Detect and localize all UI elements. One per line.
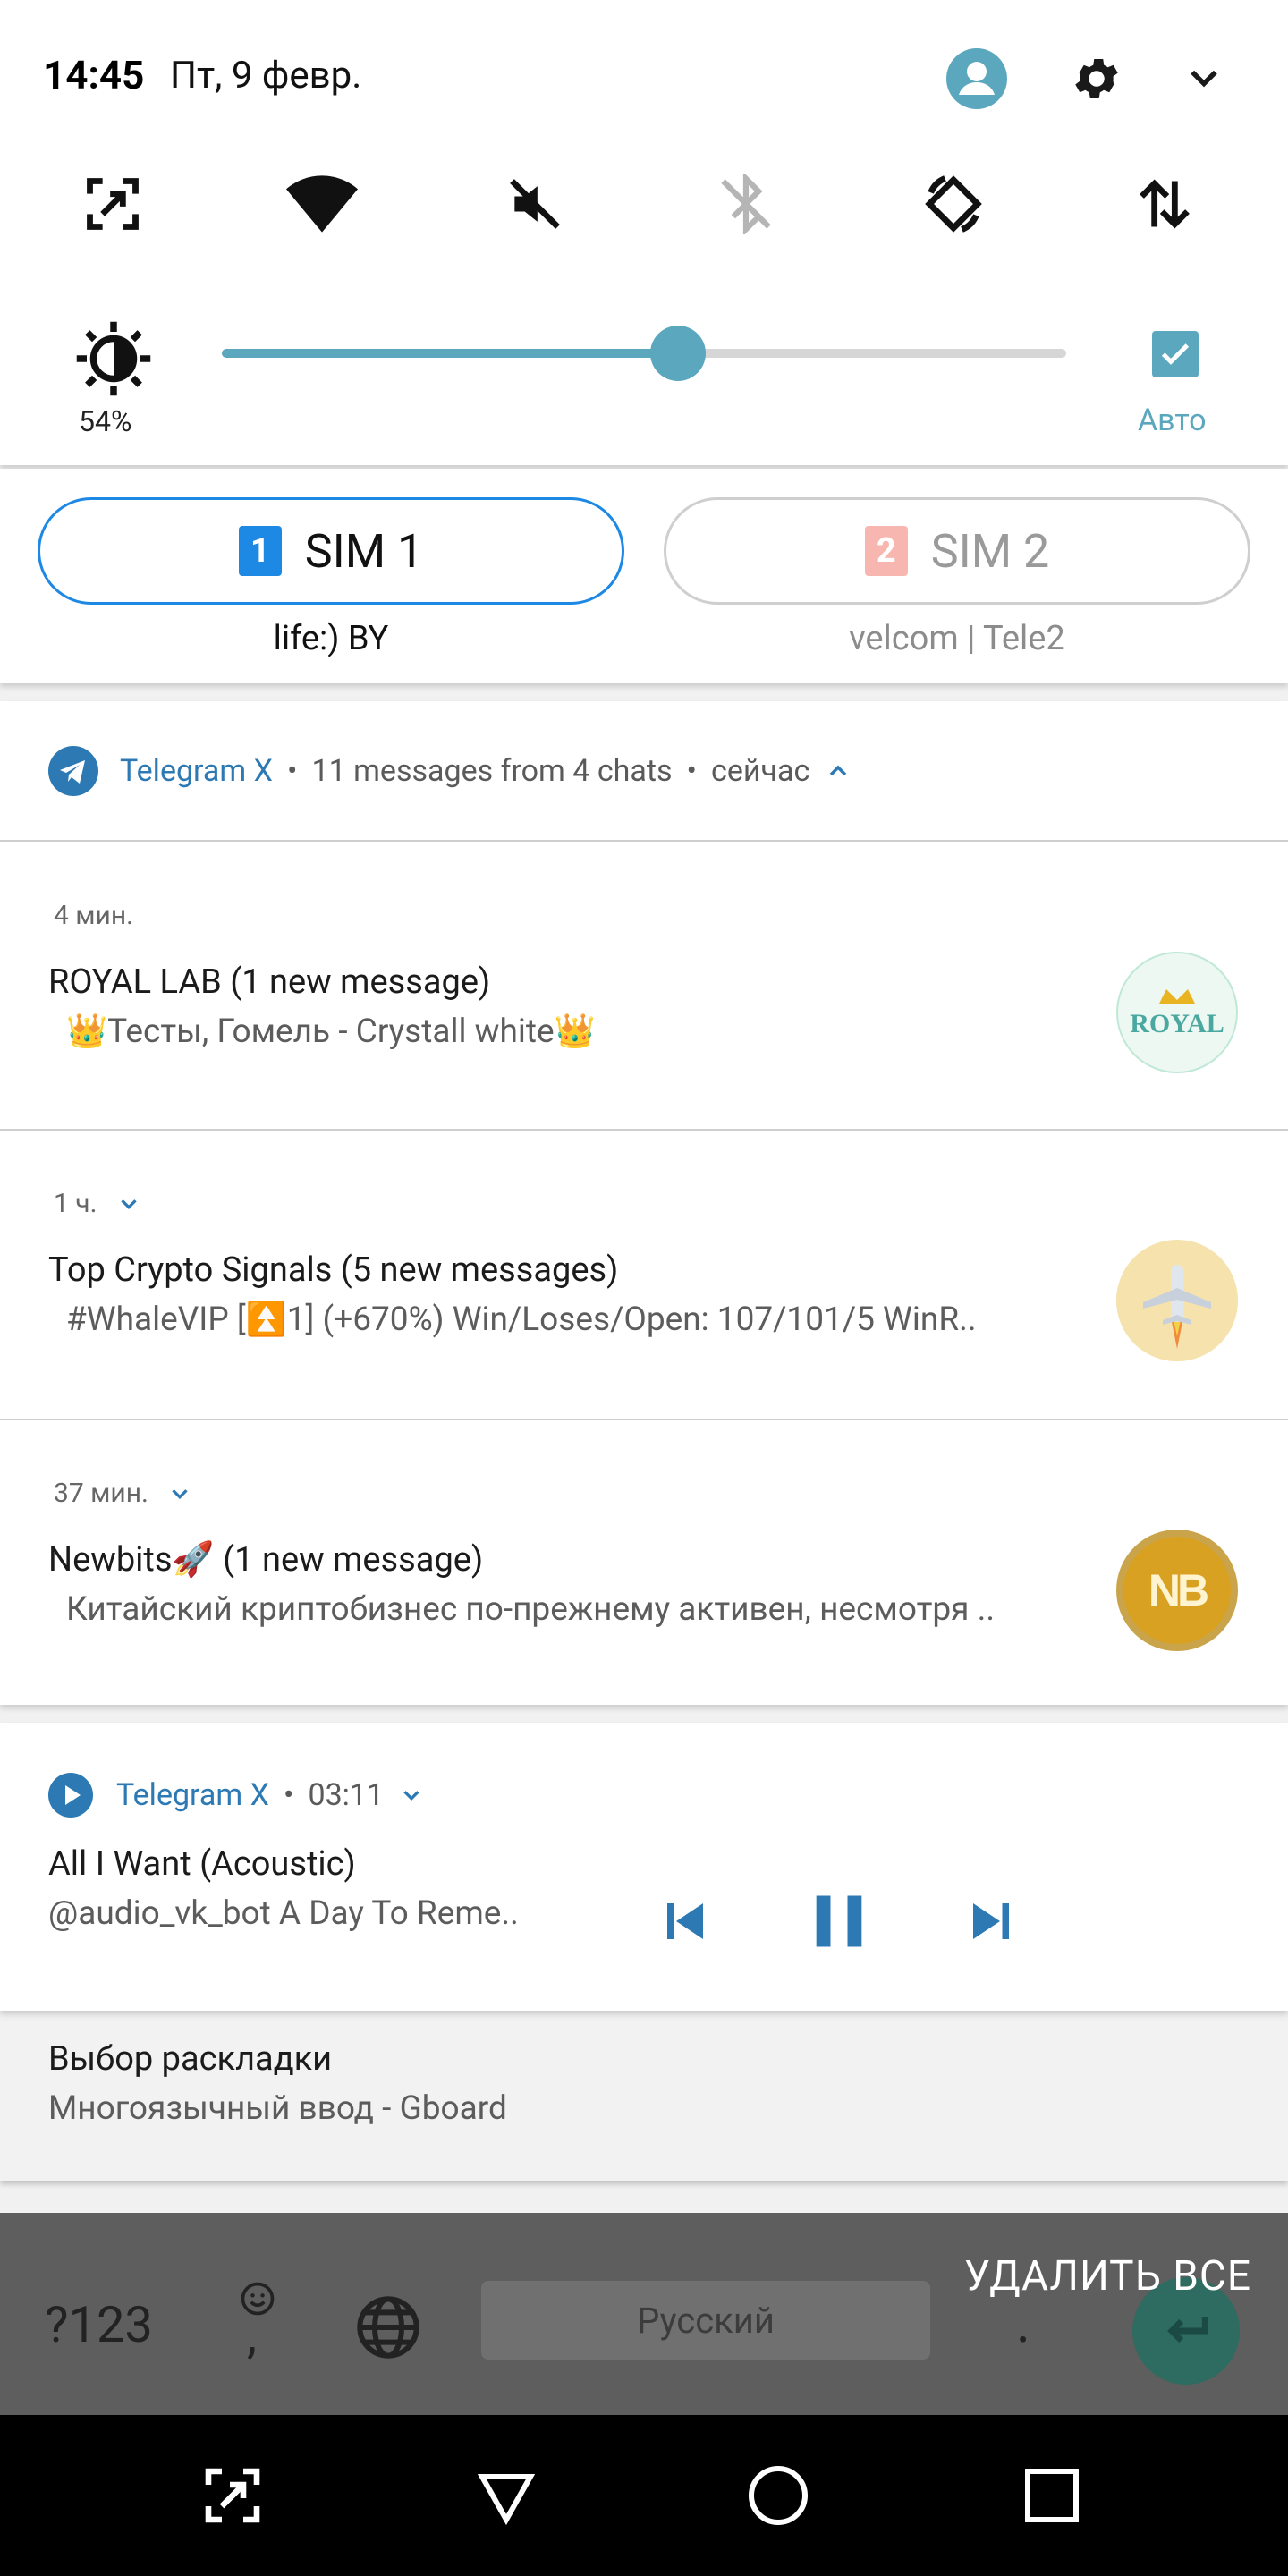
- brightness-icon: [73, 318, 154, 399]
- next-track-icon[interactable]: [955, 1885, 1027, 1957]
- keyboard-area: ?123 , Русский . УДАЛИТЬ ВСЕ: [0, 2213, 1288, 2415]
- enter-icon: [1167, 2317, 1208, 2343]
- newbits-avatar: NB: [1116, 1530, 1238, 1651]
- keyboard-notification-title: Выбор раскладки: [48, 2039, 333, 2079]
- navigation-bar: [0, 2415, 1288, 2576]
- telegram-icon: [48, 746, 98, 796]
- message-title[interactable]: ROYAL LAB (1 new message): [48, 962, 490, 1002]
- message-body[interactable]: #WhaleVIP [⏫1] (+670%) Win/Loses/Open: 1…: [66, 1301, 1068, 1339]
- brightness-slider-fill: [222, 349, 678, 358]
- sim1-carrier: life:) BY: [273, 619, 389, 658]
- notification-time: сейчас: [711, 753, 810, 789]
- royal-lab-avatar-text: ROYAL: [1130, 1009, 1224, 1038]
- recents-icon[interactable]: [1016, 2460, 1088, 2531]
- brightness-slider-knob[interactable]: [649, 326, 706, 381]
- play-circle-icon: [48, 1773, 93, 1818]
- status-time: 14:45: [43, 52, 145, 98]
- notification-header[interactable]: Telegram X • 11 messages from 4 chats • …: [48, 746, 852, 796]
- emoji-icon: [241, 2282, 275, 2316]
- symbols-key[interactable]: ?123: [45, 2295, 153, 2354]
- airplane-avatar: [1116, 1240, 1238, 1361]
- message-time: 4 мин.: [54, 900, 134, 931]
- music-app-name: Telegram X: [116, 1777, 269, 1813]
- notification-app-name: Telegram X: [120, 753, 273, 789]
- track-title: All I Want (Acoustic): [48, 1844, 356, 1884]
- emoji-comma-key[interactable]: ,: [238, 2279, 284, 2368]
- divider: [0, 1419, 1288, 1420]
- wifi-icon[interactable]: [286, 168, 358, 240]
- home-icon[interactable]: [742, 2460, 814, 2531]
- sim2-number-icon: 2: [864, 526, 908, 576]
- mobile-data-icon[interactable]: [1129, 168, 1200, 240]
- music-notification-header[interactable]: Telegram X • 03:11: [48, 1773, 425, 1818]
- message-title[interactable]: Top Crypto Signals (5 new messages): [48, 1250, 618, 1290]
- status-date[interactable]: Пт, 9 февр.: [170, 54, 361, 97]
- message-title[interactable]: Newbits🚀 (1 new message): [48, 1540, 483, 1580]
- back-icon[interactable]: [470, 2460, 542, 2531]
- previous-track-icon[interactable]: [649, 1885, 721, 1957]
- bluetooth-off-icon[interactable]: [710, 168, 782, 240]
- sim1-button[interactable]: 1 SIM 1: [38, 497, 624, 605]
- notification-summary: 11 messages from 4 chats: [311, 753, 673, 789]
- screenshot-icon[interactable]: [77, 168, 148, 240]
- sim2-carrier: velcom | Tele2: [849, 619, 1065, 658]
- music-time: 03:11: [308, 1777, 385, 1813]
- sim2-button[interactable]: 2 SIM 2: [664, 497, 1250, 605]
- pause-icon[interactable]: [803, 1885, 875, 1957]
- message-body[interactable]: Китайский криптобизнес по-прежнему актив…: [66, 1590, 1068, 1629]
- user-account-icon[interactable]: [945, 47, 1009, 111]
- sound-off-icon[interactable]: [499, 168, 571, 240]
- sim1-number-icon: 1: [238, 526, 282, 576]
- music-notification[interactable]: Telegram X • 03:11 All I Want (Acoustic)…: [0, 1723, 1288, 2011]
- keyboard-layout-notification[interactable]: Выбор раскладки Многоязычный ввод - Gboa…: [0, 2021, 1288, 2181]
- auto-brightness-label: Авто: [1138, 402, 1207, 438]
- divider: [0, 840, 1288, 842]
- expand-chevron-icon[interactable]: [166, 1480, 193, 1507]
- period-key[interactable]: .: [1016, 2292, 1030, 2355]
- expand-chevron-icon[interactable]: [115, 1191, 142, 1217]
- message-time: 37 мин.: [54, 1478, 193, 1509]
- auto-brightness-checkbox[interactable]: [1152, 331, 1199, 377]
- auto-rotate-icon[interactable]: [918, 168, 989, 240]
- royal-lab-avatar: ROYAL: [1116, 952, 1238, 1073]
- divider: [0, 1129, 1288, 1131]
- quick-settings-panel: 14:45 Пт, 9 февр. 54% Авто: [0, 0, 1288, 465]
- sim1-label: SIM 1: [304, 523, 424, 579]
- sim2-label: SIM 2: [930, 523, 1050, 579]
- keyboard-notification-body: Многоязычный ввод - Gboard: [48, 2089, 507, 2128]
- brightness-value: 54%: [79, 404, 132, 438]
- airplane-icon: [1116, 1240, 1238, 1361]
- collapse-chevron-icon[interactable]: [1172, 47, 1236, 111]
- sim-selector-panel: 1 SIM 1 life:) BY 2 SIM 2 velcom | Tele2: [0, 469, 1288, 683]
- telegram-notification-group[interactable]: Telegram X • 11 messages from 4 chats • …: [0, 701, 1288, 1705]
- message-time: 1 ч.: [54, 1188, 142, 1219]
- globe-icon[interactable]: [352, 2292, 424, 2363]
- settings-gear-icon[interactable]: [1064, 47, 1129, 111]
- newbits-avatar-text: NB: [1148, 1565, 1209, 1615]
- screenshot-nav-icon[interactable]: [197, 2460, 268, 2531]
- brightness-slider[interactable]: [222, 326, 1066, 381]
- track-subtitle: @audio_vk_bot A Day To Reme..: [48, 1894, 519, 1933]
- message-body[interactable]: 👑Тесты, Гомель - Crystall white👑: [66, 1013, 1068, 1051]
- expand-chevron-icon[interactable]: [398, 1782, 425, 1809]
- clear-all-button[interactable]: УДАЛИТЬ ВСЕ: [964, 2252, 1251, 2301]
- spacebar[interactable]: Русский: [481, 2281, 930, 2360]
- collapse-chevron-up-icon[interactable]: [824, 757, 852, 785]
